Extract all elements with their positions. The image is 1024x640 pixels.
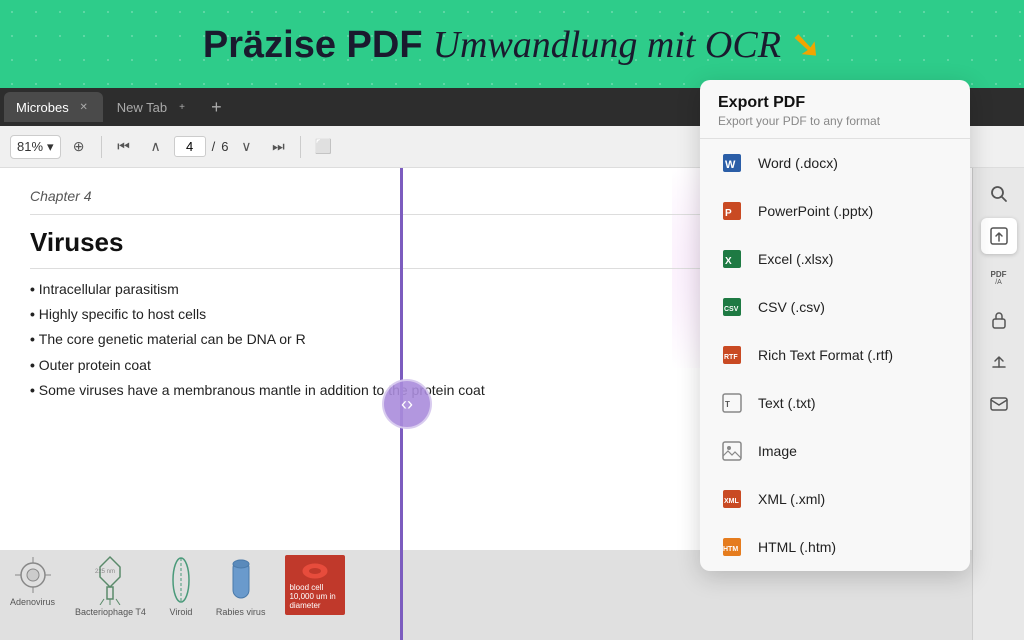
ppt-icon: P bbox=[718, 197, 746, 225]
sidebar-search-button[interactable] bbox=[981, 176, 1017, 212]
sidebar-export-button[interactable] bbox=[981, 218, 1017, 254]
next-page-button[interactable]: ∨ bbox=[232, 133, 260, 161]
export-csv[interactable]: CSV CSV (.csv) bbox=[700, 283, 970, 331]
word-label: Word (.docx) bbox=[758, 155, 838, 171]
present-button[interactable]: ⬜ bbox=[309, 133, 337, 161]
export-title: Export PDF bbox=[718, 94, 952, 112]
figure-bacteriophage-label: Bacteriophage T4 bbox=[75, 607, 146, 617]
xml-icon: XML bbox=[718, 485, 746, 513]
export-rtf[interactable]: RTF Rich Text Format (.rtf) bbox=[700, 331, 970, 379]
tab-microbes[interactable]: Microbes ✕ bbox=[4, 92, 103, 122]
svg-text:T: T bbox=[725, 400, 730, 409]
html-icon: HTM bbox=[718, 533, 746, 561]
sidebar-pdfa-button[interactable]: PDF /A bbox=[981, 260, 1017, 296]
tab-new-tab[interactable]: New Tab + bbox=[105, 92, 201, 122]
banner-arrow: ➘ bbox=[791, 24, 821, 66]
new-tab-button[interactable]: + bbox=[203, 98, 230, 116]
banner-cursive-text: Umwandlung mit OCR bbox=[433, 23, 781, 67]
export-powerpoint[interactable]: P PowerPoint (.pptx) bbox=[700, 187, 970, 235]
figure-viroid: Viroid bbox=[166, 555, 196, 617]
rtf-icon: RTF bbox=[718, 341, 746, 369]
txt-icon: T bbox=[718, 389, 746, 417]
tab-microbes-label: Microbes bbox=[16, 100, 69, 115]
svg-text:RTF: RTF bbox=[724, 354, 738, 361]
first-page-button[interactable]: ⏮ bbox=[110, 133, 138, 161]
csv-label: CSV (.csv) bbox=[758, 299, 825, 315]
banner-normal-text: Präzise PDF bbox=[203, 24, 423, 67]
prev-page-button[interactable]: ∧ bbox=[142, 133, 170, 161]
svg-text:225 nm: 225 nm bbox=[95, 569, 115, 575]
word-icon: W bbox=[718, 149, 746, 177]
page-navigation: / 6 bbox=[174, 136, 229, 157]
export-xml[interactable]: XML XML (.xml) bbox=[700, 475, 970, 523]
figure-blood-cell: blood cell 10,000 um in diameter bbox=[285, 555, 345, 615]
figure-bacteriophage: 225 nm Bacteriophage T4 bbox=[75, 555, 146, 617]
svg-text:HTM: HTM bbox=[723, 546, 738, 553]
export-txt[interactable]: T Text (.txt) bbox=[700, 379, 970, 427]
csv-icon: CSV bbox=[718, 293, 746, 321]
figure-viroid-label: Viroid bbox=[169, 607, 192, 617]
zoom-control[interactable]: 81% ▾ bbox=[10, 135, 61, 159]
pdf-nav-circle[interactable]: ‹› bbox=[382, 379, 432, 429]
html-label: HTML (.htm) bbox=[758, 539, 836, 555]
top-banner: Präzise PDF Umwandlung mit OCR ➘ bbox=[0, 0, 1024, 90]
sidebar-mail-button[interactable] bbox=[981, 386, 1017, 422]
export-image[interactable]: Image bbox=[700, 427, 970, 475]
txt-label: Text (.txt) bbox=[758, 395, 816, 411]
excel-label: Excel (.xlsx) bbox=[758, 251, 833, 267]
sidebar-lock-button[interactable] bbox=[981, 302, 1017, 338]
figure-adenovirus-label: Adenovirus bbox=[10, 597, 55, 607]
toolbar-separator-2 bbox=[300, 136, 301, 158]
figure-adenovirus: Adenovirus bbox=[10, 555, 55, 607]
svg-text:XML: XML bbox=[724, 498, 740, 505]
image-icon bbox=[718, 437, 746, 465]
zoom-value: 81% bbox=[17, 139, 43, 154]
page-input[interactable] bbox=[174, 136, 206, 157]
sidebar-share-button[interactable] bbox=[981, 344, 1017, 380]
export-word[interactable]: W Word (.docx) bbox=[700, 139, 970, 187]
zoom-dropdown-arrow: ▾ bbox=[47, 139, 54, 155]
figure-rabies-label: Rabies virus bbox=[216, 607, 266, 617]
svg-text:CSV: CSV bbox=[724, 306, 739, 313]
total-pages: 6 bbox=[221, 139, 228, 154]
export-pdf-dropdown: Export PDF Export your PDF to any format… bbox=[700, 80, 970, 571]
tab-close-microbes[interactable]: ✕ bbox=[77, 100, 91, 114]
figure-blood-cell-label: blood cell 10,000 um in diameter bbox=[289, 583, 341, 610]
toolbar-separator-1 bbox=[101, 136, 102, 158]
last-page-button[interactable]: ⏭ bbox=[264, 133, 292, 161]
export-subtitle: Export your PDF to any format bbox=[718, 114, 952, 128]
image-label: Image bbox=[758, 443, 797, 459]
rtf-label: Rich Text Format (.rtf) bbox=[758, 347, 893, 363]
add-page-button[interactable]: ⊕ bbox=[65, 133, 93, 161]
banner-text: Präzise PDF Umwandlung mit OCR ➘ bbox=[203, 23, 821, 67]
page-separator: / bbox=[212, 139, 216, 154]
svg-text:P: P bbox=[725, 208, 732, 219]
tab-close-new[interactable]: + bbox=[175, 100, 189, 114]
export-header: Export PDF Export your PDF to any format bbox=[700, 80, 970, 139]
right-sidebar: PDF /A bbox=[972, 168, 1024, 640]
svg-text:X: X bbox=[725, 256, 732, 267]
xml-label: XML (.xml) bbox=[758, 491, 825, 507]
export-html[interactable]: HTM HTML (.htm) bbox=[700, 523, 970, 571]
figure-rabies: Rabies virus bbox=[216, 555, 266, 617]
tab-new-tab-label: New Tab bbox=[117, 100, 167, 115]
excel-icon: X bbox=[718, 245, 746, 273]
svg-text:W: W bbox=[725, 159, 736, 171]
nav-circle-icon: ‹› bbox=[401, 394, 413, 415]
ppt-label: PowerPoint (.pptx) bbox=[758, 203, 873, 219]
export-excel[interactable]: X Excel (.xlsx) bbox=[700, 235, 970, 283]
